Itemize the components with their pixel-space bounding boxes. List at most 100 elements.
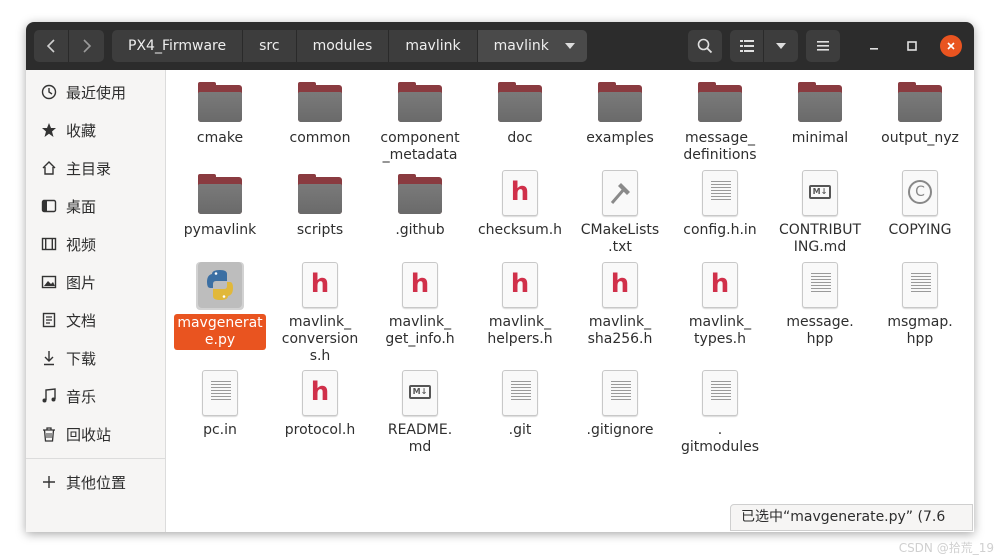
- close-button[interactable]: [940, 35, 962, 57]
- sidebar-item-documents[interactable]: 文档: [26, 302, 166, 338]
- file-item[interactable]: h mavlink_ get_info.h: [374, 262, 466, 348]
- sidebar-item-pictures[interactable]: 图片: [26, 264, 166, 300]
- music-icon: [40, 387, 58, 405]
- file-item[interactable]: h mavlink_ conversion s.h: [274, 262, 366, 365]
- menu-button[interactable]: [806, 30, 840, 62]
- file-item[interactable]: h mavlink_ types.h: [674, 262, 766, 348]
- file-name: common: [289, 130, 351, 146]
- file-item[interactable]: .git: [474, 370, 566, 439]
- list-view-icon: [739, 40, 754, 52]
- file-item[interactable]: .github: [374, 170, 466, 239]
- sidebar-item-label: 收藏: [66, 121, 97, 140]
- sidebar-item-label: 最近使用: [66, 83, 127, 102]
- sidebar-item-starred[interactable]: 收藏: [26, 112, 166, 148]
- document-icon: [40, 311, 58, 329]
- breadcrumb: PX4_Firmware src modules mavlink mavlink: [112, 30, 587, 62]
- file-manager-window: PX4_Firmware src modules mavlink mavlink: [26, 22, 974, 532]
- file-name: mavlink_ get_info.h: [385, 314, 455, 347]
- file-name: scripts: [296, 222, 344, 238]
- hammer-file-icon: [596, 170, 644, 218]
- file-item[interactable]: component _metadata: [374, 78, 466, 164]
- file-item[interactable]: h protocol.h: [274, 370, 366, 439]
- breadcrumb-item[interactable]: modules: [297, 30, 390, 62]
- file-item[interactable]: C COPYING: [874, 170, 966, 239]
- file-item[interactable]: minimal: [774, 78, 866, 147]
- file-item[interactable]: output_nyz: [874, 78, 966, 147]
- search-icon: [697, 38, 713, 54]
- minimize-button[interactable]: [864, 36, 884, 56]
- file-item[interactable]: doc: [474, 78, 566, 147]
- c-header-file-icon: h: [396, 262, 444, 310]
- text-file-icon: [496, 370, 544, 418]
- breadcrumb-item[interactable]: mavlink: [389, 30, 478, 62]
- sidebar-item-home[interactable]: 主目录: [26, 150, 166, 186]
- breadcrumb-item[interactable]: PX4_Firmware: [112, 30, 244, 62]
- file-item[interactable]: mavgenerat e.py: [174, 262, 266, 350]
- file-item[interactable]: message. hpp: [774, 262, 866, 348]
- close-icon: [947, 42, 955, 50]
- forward-button[interactable]: [69, 30, 104, 62]
- star-icon: [40, 121, 58, 139]
- file-name: .gitignore: [586, 422, 654, 438]
- sidebar-item-trash[interactable]: 回收站: [26, 416, 166, 452]
- file-item[interactable]: config.h.in: [674, 170, 766, 239]
- sidebar-item-other-locations[interactable]: 其他位置: [26, 464, 166, 500]
- breadcrumb-item[interactable]: src: [243, 30, 297, 62]
- folder-icon: [396, 170, 444, 218]
- file-item[interactable]: msgmap. hpp: [874, 262, 966, 348]
- c-header-file-icon: h: [696, 262, 744, 310]
- sidebar-item-label: 图片: [66, 273, 97, 292]
- sidebar-item-label: 音乐: [66, 387, 97, 406]
- file-item[interactable]: h mavlink_ helpers.h: [474, 262, 566, 348]
- plus-icon: [40, 473, 58, 491]
- file-item[interactable]: pc.in: [174, 370, 266, 439]
- file-item[interactable]: .gitignore: [574, 370, 666, 439]
- sidebar-item-recent[interactable]: 最近使用: [26, 74, 166, 110]
- file-item[interactable]: M↓ CONTRIBUT ING.md: [774, 170, 866, 256]
- file-item[interactable]: common: [274, 78, 366, 147]
- file-item[interactable]: . gitmodules: [674, 370, 766, 456]
- file-item[interactable]: pymavlink: [174, 170, 266, 239]
- view-dropdown-button[interactable]: [764, 30, 798, 62]
- search-button[interactable]: [688, 30, 722, 62]
- desktop-icon: [40, 197, 58, 215]
- sidebar-item-music[interactable]: 音乐: [26, 378, 166, 414]
- back-button[interactable]: [34, 30, 69, 62]
- folder-icon: [496, 78, 544, 126]
- file-name: .github: [395, 222, 445, 238]
- c-header-file-icon: h: [296, 262, 344, 310]
- file-name: checksum.h: [477, 222, 563, 238]
- python-file-icon: [196, 262, 244, 310]
- clock-icon: [40, 83, 58, 101]
- chevron-down-icon: [776, 43, 786, 49]
- breadcrumb-item-current[interactable]: mavlink: [477, 30, 587, 62]
- c-header-file-icon: h: [496, 262, 544, 310]
- file-item[interactable]: CMakeLists .txt: [574, 170, 666, 256]
- sidebar-item-label: 主目录: [66, 159, 112, 178]
- minimize-icon: [870, 48, 878, 50]
- maximize-button[interactable]: [902, 36, 922, 56]
- file-item[interactable]: scripts: [274, 170, 366, 239]
- file-name: mavlink_ helpers.h: [487, 314, 553, 347]
- sidebar-item-videos[interactable]: 视频: [26, 226, 166, 262]
- file-item[interactable]: cmake: [174, 78, 266, 147]
- file-name: mavgenerat e.py: [174, 314, 266, 350]
- sidebar-item-label: 下载: [66, 349, 97, 368]
- home-icon: [40, 159, 58, 177]
- sidebar-item-desktop[interactable]: 桌面: [26, 188, 166, 224]
- file-item[interactable]: h checksum.h: [474, 170, 566, 239]
- sidebar-item-label: 桌面: [66, 197, 97, 216]
- folder-icon: [896, 78, 944, 126]
- nav-button-group: [34, 30, 104, 62]
- file-item[interactable]: examples: [574, 78, 666, 147]
- file-item[interactable]: h mavlink_ sha256.h: [574, 262, 666, 348]
- breadcrumb-current-label: mavlink: [493, 38, 549, 54]
- file-name: examples: [586, 130, 654, 146]
- list-view-button[interactable]: [730, 30, 764, 62]
- file-item[interactable]: M↓ README. md: [374, 370, 466, 456]
- folder-icon: [696, 78, 744, 126]
- sidebar-item-downloads[interactable]: 下载: [26, 340, 166, 376]
- file-item[interactable]: message_ definitions: [674, 78, 766, 164]
- chevron-left-icon: [46, 39, 55, 53]
- markdown-file-icon: M↓: [396, 370, 444, 418]
